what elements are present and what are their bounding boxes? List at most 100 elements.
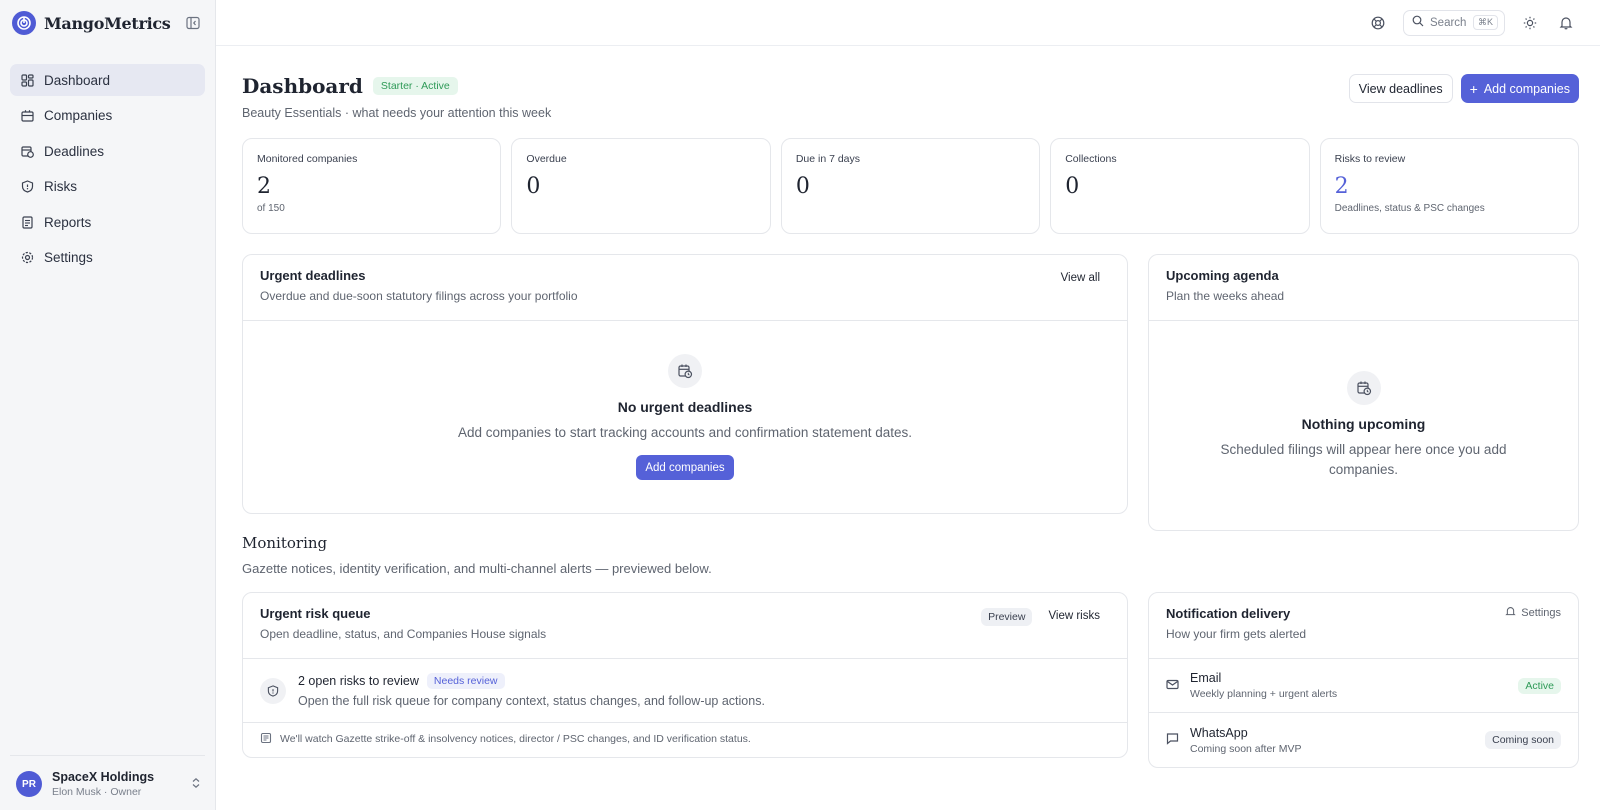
card-subtitle: Overdue and due-soon statutory filings a…	[260, 289, 578, 303]
empty-title: Nothing upcoming	[1301, 416, 1426, 432]
app-name: MangoMetrics	[44, 13, 171, 33]
monitoring-section: Monitoring Gazette notices, identity ver…	[242, 534, 1579, 768]
account-role: Elon Musk · Owner	[52, 786, 142, 798]
sidebar-item-label: Risks	[44, 179, 77, 194]
stat-card-collections[interactable]: Collections 0	[1050, 138, 1310, 234]
risk-footer: We'll watch Gazette strike-off & insolve…	[243, 723, 1127, 755]
page-header: Dashboard Starter · Active Beauty Essent…	[242, 74, 1579, 120]
dashboard-icon	[20, 73, 34, 87]
chat-icon	[1166, 732, 1179, 748]
needs-review-badge: Needs review	[426, 673, 505, 689]
stat-sub: of 150	[257, 203, 285, 214]
calendar-clock-icon	[1346, 371, 1381, 405]
page-subtitle: Beauty Essentials · what needs your atte…	[242, 106, 552, 120]
search-input[interactable]: Search ⌘K	[1403, 9, 1505, 36]
topbar: Search ⌘K	[216, 0, 1600, 46]
empty-state: Nothing upcoming Scheduled filings will …	[1149, 321, 1578, 480]
search-shortcut: ⌘K	[1472, 15, 1498, 30]
shield-icon	[260, 677, 286, 704]
sidebar-item-dashboard[interactable]: Dashboard	[10, 64, 205, 96]
page-title: Dashboard	[242, 74, 363, 98]
sidebar-item-risks[interactable]: Risks	[10, 171, 205, 203]
calendar-clock-icon	[20, 144, 34, 158]
bell-icon	[1505, 606, 1516, 620]
sidebar-item-label: Companies	[44, 108, 113, 123]
help-icon[interactable]	[1367, 12, 1389, 34]
sidebar-item-label: Settings	[44, 250, 93, 265]
sidebar-nav: Dashboard Companies Deadlines Risks Repo…	[0, 46, 215, 274]
theme-toggle-icon[interactable]	[1519, 12, 1541, 34]
card-title: Urgent risk queue	[260, 606, 371, 621]
channel-desc: Coming soon after MVP	[1190, 742, 1302, 755]
risk-summary-text: Open the full risk queue for company con…	[298, 694, 765, 708]
card-subtitle: Open deadline, status, and Companies Hou…	[260, 627, 547, 641]
status-badge: Coming soon	[1485, 731, 1561, 749]
stat-value: 0	[526, 174, 541, 199]
app-shell: MangoMetrics Dashboard Companies Deadlin…	[0, 0, 1600, 810]
sidebar-item-settings[interactable]: Settings	[10, 242, 205, 274]
stat-card-risks[interactable]: Risks to review 2 Deadlines, status & PS…	[1319, 138, 1580, 234]
risk-summary-row[interactable]: 2 open risks to review Needs review Open…	[243, 659, 1127, 723]
account-switcher[interactable]: PR SpaceX Holdings Elon Musk · Owner	[10, 755, 205, 798]
urgent-risk-queue-card: Urgent risk queue Open deadline, status,…	[242, 592, 1128, 758]
stat-value: 2	[1334, 174, 1349, 199]
sidebar: MangoMetrics Dashboard Companies Deadlin…	[0, 0, 216, 810]
collapse-sidebar-icon[interactable]	[183, 13, 203, 33]
view-risks-link[interactable]: View risks	[1048, 610, 1100, 622]
card-subtitle: How your firm gets alerted	[1166, 627, 1307, 641]
add-companies-button[interactable]: + Add companies	[1460, 74, 1579, 103]
mail-icon	[1166, 678, 1179, 694]
stat-label: Overdue	[526, 153, 567, 165]
sidebar-item-label: Reports	[44, 214, 92, 230]
sidebar-item-label: Dashboard	[44, 72, 111, 88]
chevron-up-down-icon[interactable]	[191, 777, 201, 792]
upcoming-agenda-card: Upcoming agenda Plan the weeks ahead Not…	[1148, 254, 1579, 531]
report-icon	[20, 215, 34, 229]
plus-icon: +	[1469, 80, 1478, 97]
stat-card-monitored[interactable]: Monitored companies 2 of 150	[242, 138, 502, 234]
newspaper-icon	[260, 732, 272, 747]
empty-text: Add companies to start tracking accounts…	[458, 425, 912, 440]
preview-badge: Preview	[981, 608, 1033, 626]
stat-card-overdue[interactable]: Overdue 0	[511, 138, 771, 234]
empty-state: No urgent deadlines Add companies to sta…	[243, 321, 1127, 480]
card-subtitle: Plan the weeks ahead	[1166, 289, 1285, 303]
empty-title: No urgent deadlines	[617, 399, 753, 415]
status-badge: Active	[1518, 677, 1561, 694]
building-icon	[20, 109, 34, 123]
avatar: PR	[16, 771, 42, 797]
empty-text: Scheduled filings will appear here once …	[1220, 442, 1507, 477]
sidebar-item-reports[interactable]: Reports	[10, 206, 205, 238]
stat-label: Monitored companies	[257, 153, 358, 165]
risk-footer-text: We'll watch Gazette strike-off & insolve…	[280, 733, 751, 745]
risk-summary-title: 2 open risks to review	[298, 674, 419, 688]
stat-label: Due in 7 days	[795, 153, 861, 165]
shield-icon	[20, 180, 34, 194]
view-deadlines-button[interactable]: View deadlines	[1348, 74, 1453, 103]
add-companies-label: Add companies	[1483, 81, 1570, 96]
logo-icon[interactable]	[12, 11, 36, 35]
notification-delivery-card: Notification delivery How your firm gets…	[1148, 592, 1579, 768]
channel-name: WhatsApp	[1190, 725, 1248, 740]
section-subtitle: Gazette notices, identity verification, …	[242, 561, 712, 576]
channel-name: Email	[1190, 671, 1222, 685]
dashboard-content: Dashboard Starter · Active Beauty Essent…	[216, 74, 1600, 785]
stat-card-due-soon[interactable]: Due in 7 days 0	[780, 138, 1041, 234]
bell-icon[interactable]	[1555, 12, 1577, 34]
settings-label: Settings	[1521, 607, 1561, 619]
account-name: SpaceX Holdings	[52, 770, 155, 784]
channel-whatsapp[interactable]: WhatsApp Coming soon after MVP Coming so…	[1149, 713, 1578, 767]
search-icon	[1412, 15, 1424, 30]
sidebar-item-companies[interactable]: Companies	[10, 100, 205, 132]
sidebar-item-label: Deadlines	[44, 143, 105, 159]
notification-settings-link[interactable]: Settings	[1505, 606, 1561, 620]
calendar-clock-icon	[668, 354, 702, 388]
stat-value: 0	[1065, 174, 1080, 199]
urgent-deadlines-card: Urgent deadlines Overdue and due-soon st…	[242, 254, 1128, 514]
add-companies-empty-button[interactable]: Add companies	[636, 455, 734, 480]
stat-label: Collections	[1065, 153, 1117, 165]
channel-email[interactable]: Email Weekly planning + urgent alerts Ac…	[1149, 659, 1578, 713]
view-all-link[interactable]: View all	[1061, 272, 1100, 284]
sidebar-item-deadlines[interactable]: Deadlines	[10, 135, 205, 167]
section-title: Monitoring	[242, 534, 328, 552]
